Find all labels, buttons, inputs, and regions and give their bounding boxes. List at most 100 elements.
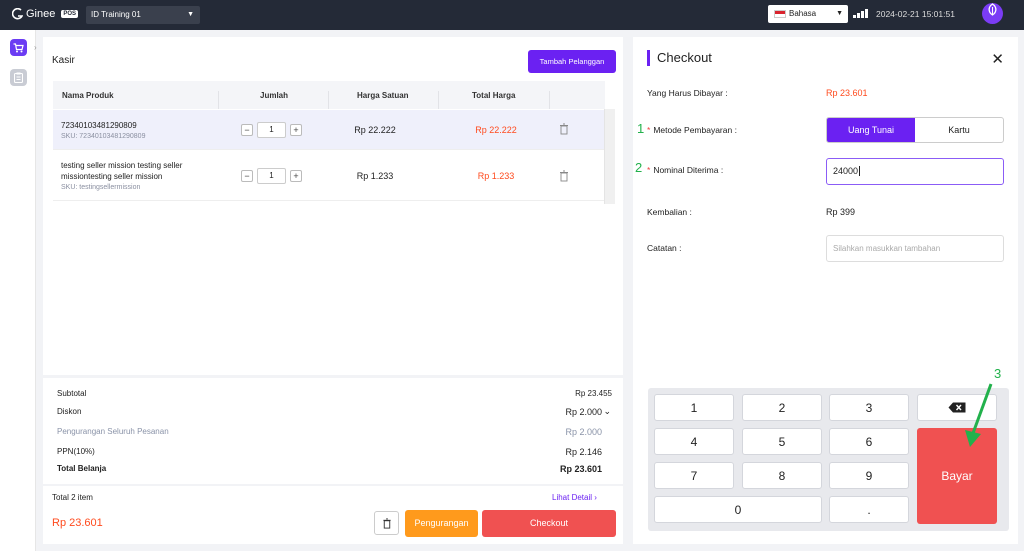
column-divider <box>438 91 439 109</box>
annotation-arrow <box>965 383 993 447</box>
quantity-stepper: − 1 + <box>241 122 302 138</box>
key-5[interactable]: 5 <box>742 428 822 455</box>
key-8[interactable]: 8 <box>742 462 822 489</box>
cart-footer: Total 2 item Lihat Detail › Rp 23.601 Pe… <box>43 486 623 544</box>
amount-due-value: Rp 23.601 <box>826 88 868 98</box>
quantity-input[interactable]: 1 <box>257 168 286 184</box>
sidebar-item-cashier[interactable] <box>10 39 27 56</box>
store-selector[interactable]: ID Training 01 ▼ <box>86 6 200 24</box>
product-cell: testing seller mission testing seller mi… <box>61 160 203 193</box>
clipboard-icon <box>14 72 23 83</box>
amount-due-label: Yang Harus Dibayar : <box>647 88 728 98</box>
column-header-total: Total Harga <box>472 91 516 100</box>
discount-label: Diskon <box>57 407 82 416</box>
increase-quantity-button[interactable]: + <box>290 170 302 182</box>
annotation-number: 3 <box>994 366 1002 381</box>
signal-icon <box>853 9 868 18</box>
notes-label-text: Catatan <box>647 243 677 253</box>
cart-panel: Kasir Tambah Pelanggan Nama Produk Jumla… <box>43 37 623 375</box>
unit-price: Rp 1.233 <box>356 171 394 181</box>
payment-card-option[interactable]: Kartu <box>915 118 1003 142</box>
chevron-right-icon: › <box>594 493 597 502</box>
payment-cash-option[interactable]: Uang Tunai <box>827 118 915 142</box>
change-value: Rp 399 <box>826 207 856 217</box>
order-summary: Subtotal Rp 23.455 Diskon Rp 2.000 ⌄ Pen… <box>43 378 623 484</box>
order-reduction-value: Rp 2.000 <box>565 427 602 437</box>
grand-total: Rp 23.601 <box>52 517 103 529</box>
ginee-logo: Ginee POS <box>12 8 79 20</box>
text-cursor <box>859 166 861 176</box>
add-customer-button[interactable]: Tambah Pelanggan <box>528 50 616 73</box>
reduction-button[interactable]: Pengurangan <box>405 510 478 537</box>
change-label-text: Kembalian <box>647 207 688 217</box>
key-7[interactable]: 7 <box>654 462 734 489</box>
key-4[interactable]: 4 <box>654 428 734 455</box>
increase-quantity-button[interactable]: + <box>290 124 302 136</box>
language-label: Bahasa <box>789 9 817 18</box>
trash-icon[interactable] <box>560 170 568 182</box>
payment-method-toggle: Uang Tunai Kartu <box>826 117 1004 143</box>
table-row[interactable]: 72340103481290809 SKU: 72340103481290809… <box>53 110 605 150</box>
key-9[interactable]: 9 <box>829 462 909 489</box>
line-total: Rp 22.222 <box>475 125 517 135</box>
chevron-down-icon[interactable]: ⌄ <box>603 406 611 417</box>
change-label: Kembalian : <box>647 207 692 217</box>
trash-icon[interactable] <box>560 123 568 135</box>
table-header: Nama Produk Jumlah Harga Satuan Total Ha… <box>53 81 605 109</box>
clear-cart-button[interactable] <box>374 511 399 535</box>
total-label: Total Belanja <box>57 464 107 473</box>
column-header-quantity: Jumlah <box>260 91 289 100</box>
view-detail-link[interactable]: Lihat Detail › <box>552 493 597 502</box>
column-divider <box>328 91 329 109</box>
column-divider <box>549 91 550 109</box>
checkout-title: Checkout <box>647 50 712 66</box>
decrease-quantity-button[interactable]: − <box>241 124 253 136</box>
user-avatar[interactable] <box>982 3 1003 24</box>
page-title: Kasir <box>52 55 75 66</box>
tax-value: Rp 2.146 <box>565 447 602 457</box>
amount-due-label-text: Yang Harus Dibayar <box>647 88 723 98</box>
caret-down-icon: ▼ <box>836 10 843 17</box>
key-decimal[interactable]: . <box>829 496 909 523</box>
table-scrollbar[interactable] <box>604 109 615 204</box>
subtotal-label: Subtotal <box>57 389 87 398</box>
language-selector[interactable]: Bahasa ▼ <box>768 5 848 23</box>
annotation-number: 1 <box>637 121 645 136</box>
column-divider <box>218 91 219 109</box>
trash-icon <box>382 517 391 529</box>
key-6[interactable]: 6 <box>829 428 909 455</box>
notes-input[interactable]: Silahkan masukkan tambahan <box>826 235 1004 262</box>
received-amount-label: * Nominal Diterima : <box>647 165 724 175</box>
received-amount-input[interactable]: 24000 <box>826 158 1004 185</box>
key-0[interactable]: 0 <box>654 496 822 523</box>
decrease-quantity-button[interactable]: − <box>241 170 253 182</box>
total-value: Rp 23.601 <box>559 464 602 474</box>
product-cell: 72340103481290809 SKU: 72340103481290809 <box>61 120 203 142</box>
key-2[interactable]: 2 <box>742 394 822 421</box>
unit-price: Rp 22.222 <box>354 125 396 135</box>
leaf-icon <box>988 3 997 16</box>
received-amount-value: 24000 <box>833 166 859 176</box>
ginee-logo-icon <box>12 8 23 20</box>
received-amount-label-text: Nominal Diterima <box>653 165 719 175</box>
sidebar: › <box>0 30 37 551</box>
indonesia-flag-icon <box>774 10 786 18</box>
sidebar-expand-icon[interactable]: › <box>34 43 37 52</box>
quantity-input[interactable]: 1 <box>257 122 286 138</box>
sidebar-item-orders[interactable] <box>10 69 27 86</box>
quantity-stepper: − 1 + <box>241 168 302 184</box>
item-count: Total 2 item <box>52 493 93 502</box>
key-1[interactable]: 1 <box>654 394 734 421</box>
order-reduction-label: Pengurangan Seluruh Pesanan <box>57 427 169 436</box>
checkout-button[interactable]: Checkout <box>482 510 616 537</box>
column-header-product: Nama Produk <box>62 91 114 100</box>
annotation-number: 2 <box>635 160 643 175</box>
line-total: Rp 1.233 <box>477 171 515 181</box>
pos-badge: POS <box>61 10 79 18</box>
product-name: 72340103481290809 <box>61 121 137 130</box>
top-bar: Ginee POS ID Training 01 ▼ Bahasa ▼ 2024… <box>0 0 1024 30</box>
table-row[interactable]: testing seller mission testing seller mi… <box>53 151 605 201</box>
close-icon[interactable]: ✕ <box>991 50 1004 68</box>
store-name: ID Training 01 <box>91 10 141 19</box>
key-3[interactable]: 3 <box>829 394 909 421</box>
